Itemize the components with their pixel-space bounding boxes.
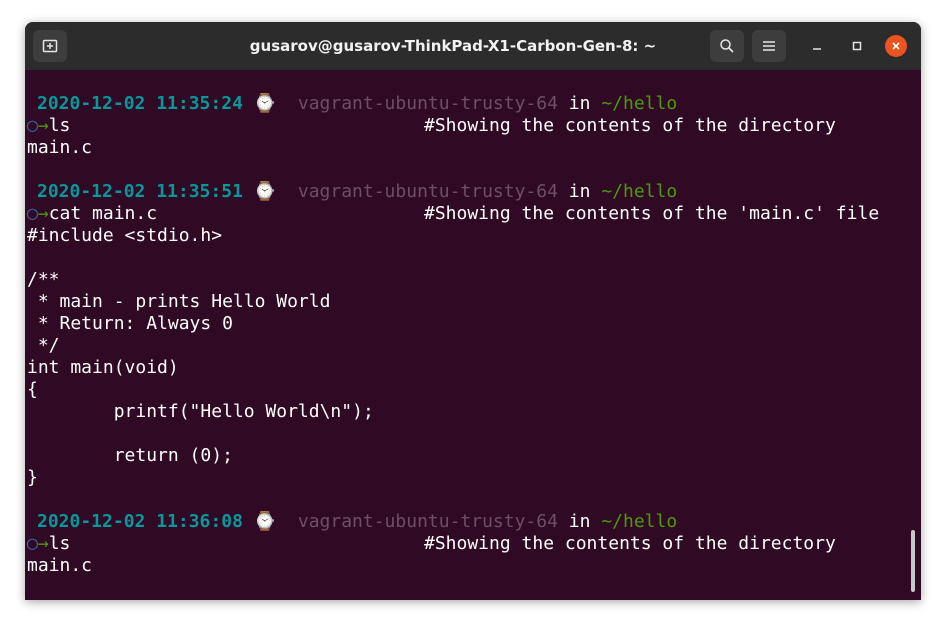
command-line: ◯→ls #Showing the contents of the directo… (27, 533, 907, 555)
prompt-arrow-icon: → (37, 533, 49, 554)
prompt-in-word: in (568, 181, 591, 202)
output-line: /** (27, 269, 60, 290)
output-line: */ (27, 335, 60, 356)
timestamp: 2020-12-02 11:36:08 (37, 511, 243, 532)
output-line: int main(void) (27, 357, 179, 378)
search-icon (720, 39, 734, 53)
clock-icon: ⌚ (253, 511, 277, 532)
search-button[interactable] (710, 30, 744, 62)
hostname: vagrant-ubuntu-trusty-64 (297, 511, 558, 532)
command-text: cat main.c (48, 203, 158, 224)
hostname: vagrant-ubuntu-trusty-64 (297, 93, 558, 114)
close-button[interactable] (879, 30, 913, 62)
current-path: ~/hello (601, 93, 678, 114)
status-circle-icon: ◯ (27, 533, 38, 554)
clock-icon: ⌚ (253, 181, 277, 202)
terminal-output[interactable]: 2020-12-02 11:35:24 ⌚ vagrant-ubuntu-tru… (25, 70, 921, 600)
hamburger-menu-icon (763, 41, 775, 51)
command-line: ◯→ls #Showing the contents of the directo… (27, 115, 907, 137)
current-path: ~/hello (601, 181, 678, 202)
prompt-info-line: 2020-12-02 11:36:08 ⌚ vagrant-ubuntu-tru… (37, 511, 677, 533)
window-title: gusarov@gusarov-ThinkPad-X1-Carbon-Gen-8… (249, 37, 657, 55)
hostname: vagrant-ubuntu-trusty-64 (297, 181, 558, 202)
prompt-info-line: 2020-12-02 11:35:51 ⌚ vagrant-ubuntu-tru… (37, 181, 677, 203)
command-line: ◯→cat main.c #Showing the contents of the… (27, 203, 907, 225)
command-comment: #Showing the contents of the directory (424, 115, 836, 136)
timestamp: 2020-12-02 11:35:51 (37, 181, 243, 202)
minimize-button[interactable] (800, 30, 834, 62)
output-line: * Return: Always 0 (27, 313, 233, 334)
menu-button[interactable] (752, 30, 786, 62)
output-line: * main - prints Hello World (27, 291, 331, 312)
title-bar[interactable]: gusarov@gusarov-ThinkPad-X1-Carbon-Gen-8… (25, 22, 921, 70)
clock-icon: ⌚ (253, 93, 277, 114)
maximize-icon (852, 41, 862, 51)
command-text: ls (48, 115, 71, 136)
prompt-in-word: in (568, 511, 591, 532)
prompt-in-word: in (568, 93, 591, 114)
output-line: #include <stdio.h> (27, 225, 223, 246)
status-circle-icon: ◯ (27, 203, 38, 224)
minimize-icon (813, 48, 821, 50)
output-line: } (27, 467, 38, 488)
command-comment: #Showing the contents of the directory (424, 533, 836, 554)
current-path: ~/hello (601, 511, 678, 532)
command-comment: #Showing the contents of the 'main.c' fi… (424, 203, 880, 224)
output-line: return (0); (27, 445, 233, 466)
maximize-button[interactable] (840, 30, 874, 62)
scrollbar[interactable] (911, 530, 915, 592)
prompt-arrow-icon: → (37, 115, 49, 136)
output-line: printf("Hello World\n"); (27, 401, 374, 422)
status-circle-icon: ◯ (27, 115, 38, 136)
command-text: ls (48, 533, 71, 554)
timestamp: 2020-12-02 11:35:24 (37, 93, 243, 114)
output-line: main.c (27, 137, 93, 158)
prompt-arrow-icon: → (37, 203, 49, 224)
prompt-info-line: 2020-12-02 11:35:24 ⌚ vagrant-ubuntu-tru… (37, 93, 677, 115)
output-line: { (27, 379, 38, 400)
close-icon (892, 42, 900, 50)
terminal-window: gusarov@gusarov-ThinkPad-X1-Carbon-Gen-8… (25, 22, 921, 600)
output-line: main.c (27, 555, 93, 576)
